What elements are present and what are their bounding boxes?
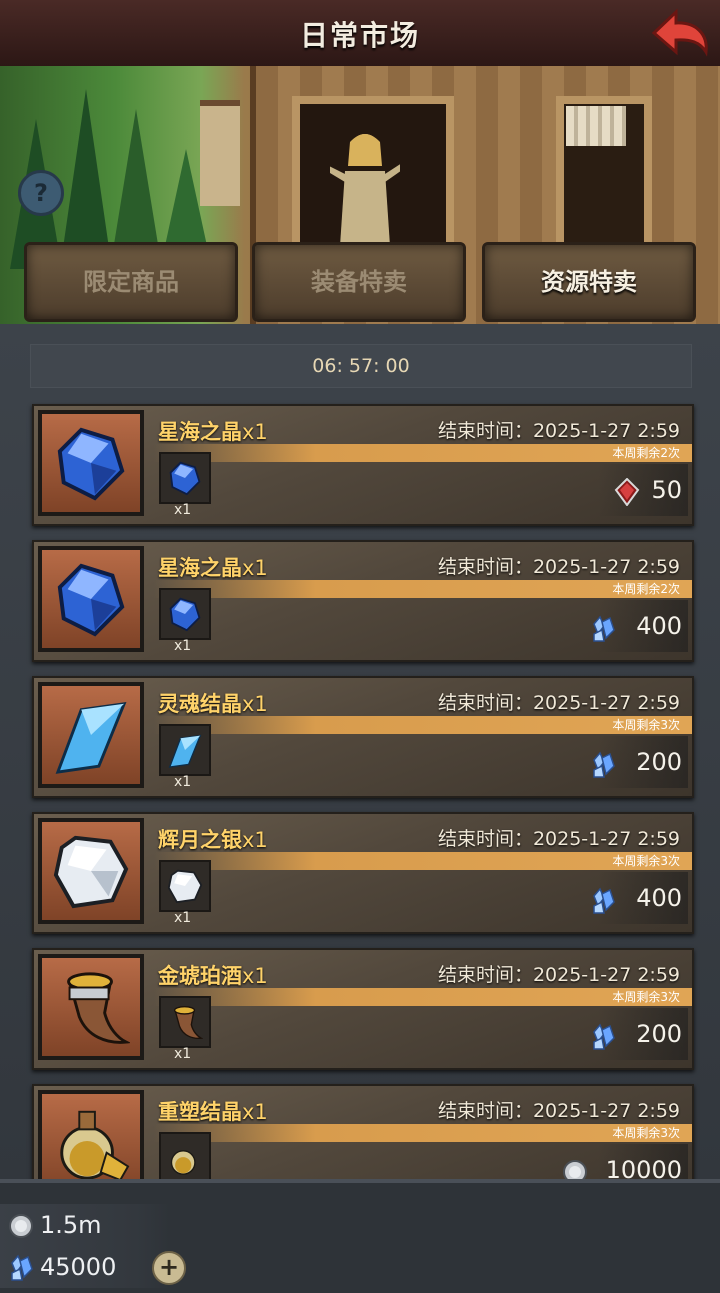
remaining-strip: 本周剩余3次 xyxy=(154,716,692,734)
shop-item-card[interactable]: 星海之晶x1 结束时间：2025-1-27 2:59 本周剩余2次 x1 50 xyxy=(32,404,694,526)
back-arrow-icon xyxy=(651,8,708,57)
silver-ore-icon xyxy=(167,869,203,904)
crystal-amount: 45000 xyxy=(40,1253,117,1281)
reward-slot[interactable] xyxy=(159,1132,211,1179)
shop-item-card[interactable]: 金琥珀酒x1 结束时间：2025-1-27 2:59 本周剩余3次 x1 200 xyxy=(32,948,694,1070)
add-crystal-button[interactable]: + xyxy=(152,1251,186,1285)
tab-label: 限定商品 xyxy=(83,268,179,296)
end-time: 结束时间：2025-1-27 2:59 xyxy=(437,556,680,578)
gold-flask-icon xyxy=(60,1110,130,1179)
reward-qty: x1 xyxy=(174,1046,192,1062)
weekly-remaining: 本周剩余3次 xyxy=(612,1126,680,1140)
blue-crystal-icon xyxy=(169,597,201,632)
item-name: 灵魂结晶x1 xyxy=(158,692,268,716)
silver-ore-icon xyxy=(53,835,129,909)
item-icon-frame xyxy=(38,954,144,1060)
plus-icon: + xyxy=(158,1253,180,1281)
light-blue-shard-icon xyxy=(168,734,202,768)
end-time: 结束时间：2025-1-27 2:59 xyxy=(437,420,680,442)
reward-qty: x1 xyxy=(174,774,192,790)
back-button[interactable] xyxy=(648,6,712,60)
weekly-remaining: 本周剩余3次 xyxy=(612,854,680,868)
price: 400 xyxy=(636,612,682,640)
reward-slot[interactable] xyxy=(159,860,211,912)
tab-label: 装备特卖 xyxy=(311,268,407,296)
end-time: 结束时间：2025-1-27 2:59 xyxy=(437,692,680,714)
resource-silver: 1.5m xyxy=(0,1204,170,1246)
weekly-remaining: 本周剩余3次 xyxy=(612,718,680,732)
remaining-strip: 本周剩余2次 xyxy=(154,580,692,598)
top-bar: 日常市场 xyxy=(0,0,720,69)
reward-qty: x1 xyxy=(174,910,192,926)
weekly-remaining: 本周剩余3次 xyxy=(612,990,680,1004)
curtain xyxy=(566,106,626,146)
price: 50 xyxy=(651,476,682,504)
end-time: 结束时间：2025-1-27 2:59 xyxy=(437,828,680,850)
tab-limited-goods[interactable]: 限定商品 xyxy=(24,242,238,322)
drinking-horn-icon xyxy=(173,1006,203,1039)
item-name: 重塑结晶x1 xyxy=(158,1100,268,1124)
refresh-timer: 06: 57: 00 xyxy=(312,355,410,377)
item-icon-frame xyxy=(38,682,144,788)
shop-item-card[interactable]: 灵魂结晶x1 结束时间：2025-1-27 2:59 本周剩余3次 x1 200 xyxy=(32,676,694,798)
blue-crystal-currency-icon xyxy=(593,615,615,642)
item-name: 星海之晶x1 xyxy=(158,556,268,580)
item-icon-frame xyxy=(38,546,144,652)
banner-flag xyxy=(200,100,240,206)
help-button[interactable]: ? xyxy=(18,170,64,216)
item-name: 金琥珀酒x1 xyxy=(158,964,268,988)
blue-crystal-currency-icon xyxy=(593,751,615,778)
remaining-strip: 本周剩余3次 xyxy=(154,852,692,870)
shop-item-card[interactable]: 星海之晶x1 结束时间：2025-1-27 2:59 本周剩余2次 x1 400 xyxy=(32,540,694,662)
blue-crystal-currency-icon xyxy=(11,1254,33,1281)
silver-amount: 1.5m xyxy=(40,1211,102,1239)
reward-slot[interactable] xyxy=(159,724,211,776)
shop-list[interactable]: 06: 57: 00 星海之晶x1 结束时间：2025-1-27 2:59 本周… xyxy=(0,324,720,1179)
item-icon-frame xyxy=(38,410,144,516)
end-time: 结束时间：2025-1-27 2:59 xyxy=(437,1100,680,1122)
blue-crystal-icon xyxy=(57,563,125,637)
timer-bar: 06: 57: 00 xyxy=(30,344,692,388)
question-mark-icon: ? xyxy=(34,179,48,207)
resource-crystal: 45000 xyxy=(0,1246,170,1288)
tab-resource-sale[interactable]: 资源特卖 xyxy=(482,242,696,322)
blue-crystal-icon xyxy=(169,461,201,496)
shop-item-card[interactable]: 重塑结晶x1 结束时间：2025-1-27 2:59 本周剩余3次 10000 xyxy=(32,1084,694,1179)
reward-qty: x1 xyxy=(174,502,192,518)
blue-crystal-icon xyxy=(57,427,125,501)
reward-slot[interactable] xyxy=(159,452,211,504)
gold-flask-icon xyxy=(170,1150,196,1175)
remaining-strip: 本周剩余3次 xyxy=(154,988,692,1006)
reward-slot[interactable] xyxy=(159,588,211,640)
remaining-strip: 本周剩余2次 xyxy=(154,444,692,462)
price: 200 xyxy=(636,748,682,776)
shop-item-card[interactable]: 辉月之银x1 结束时间：2025-1-27 2:59 本周剩余3次 x1 400 xyxy=(32,812,694,934)
silver-coin-icon xyxy=(9,1214,33,1238)
reward-slot[interactable] xyxy=(159,996,211,1048)
end-time: 结束时间：2025-1-27 2:59 xyxy=(437,964,680,986)
blue-crystal-currency-icon xyxy=(593,1023,615,1050)
price: 10000 xyxy=(605,1156,682,1179)
red-gem-icon xyxy=(614,478,640,506)
merchant-figure xyxy=(330,134,400,246)
item-icon-frame xyxy=(38,1090,144,1179)
price: 400 xyxy=(636,884,682,912)
item-name: 辉月之银x1 xyxy=(158,828,268,852)
silver-coin-icon xyxy=(563,1160,587,1179)
reward-qty: x1 xyxy=(174,638,192,654)
tab-label: 资源特卖 xyxy=(541,268,637,296)
remaining-strip: 本周剩余3次 xyxy=(154,1124,692,1142)
page-title: 日常市场 xyxy=(299,19,420,52)
drinking-horn-icon xyxy=(67,972,130,1044)
item-icon-frame xyxy=(38,818,144,924)
tab-equipment-sale[interactable]: 装备特卖 xyxy=(252,242,466,322)
weekly-remaining: 本周剩余2次 xyxy=(612,582,680,596)
blue-crystal-currency-icon xyxy=(593,887,615,914)
weekly-remaining: 本周剩余2次 xyxy=(612,446,680,460)
price: 200 xyxy=(636,1020,682,1048)
light-blue-shard-icon xyxy=(55,702,127,774)
item-name: 星海之晶x1 xyxy=(158,420,268,444)
